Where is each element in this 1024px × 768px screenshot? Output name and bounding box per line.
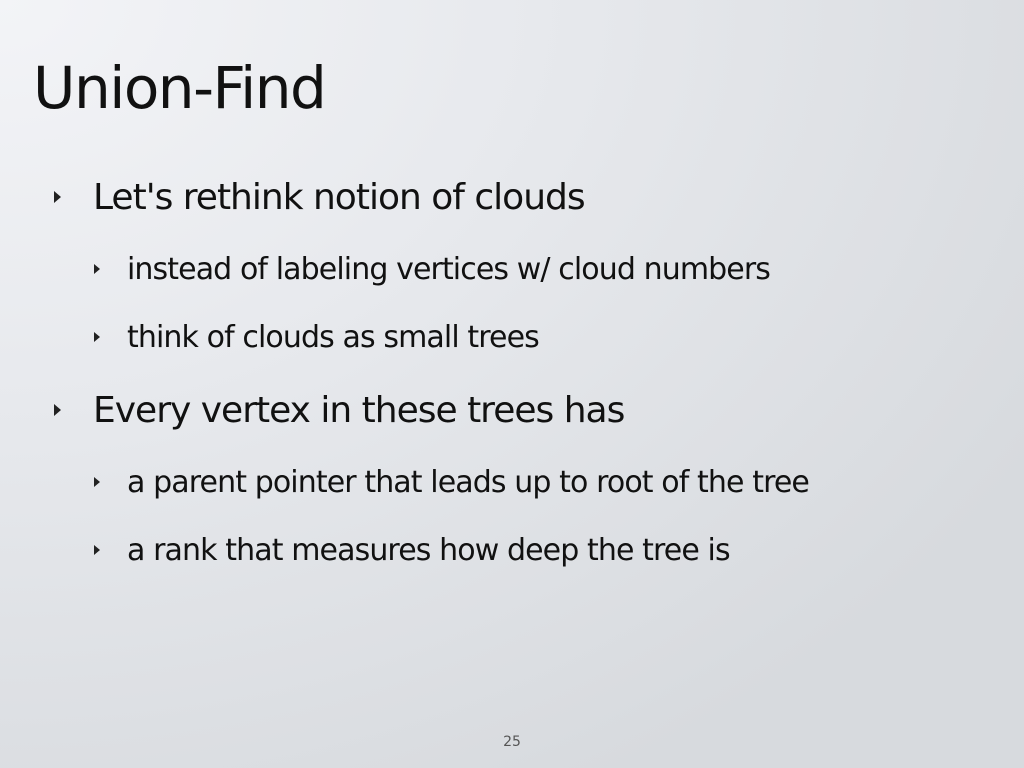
bullet-text: Every vertex in these trees has [93,389,625,431]
bullet-every-vertex: Every vertex in these trees has [54,385,625,435]
sub-bullet-labeling-vertices: instead of labeling vertices w/ cloud nu… [94,247,771,291]
triangle-bullet-icon [94,264,100,274]
sub-bullet-rank: a rank that measures how deep the tree i… [94,528,731,572]
sub-bullet-text: a parent pointer that leads up to root o… [127,464,810,500]
sub-bullet-parent-pointer: a parent pointer that leads up to root o… [94,460,810,504]
page-number: 25 [503,734,521,750]
triangle-bullet-icon [54,404,61,416]
sub-bullet-text: think of clouds as small trees [127,319,540,355]
slide-title: Union-Find [33,54,327,122]
triangle-bullet-icon [94,477,100,487]
bullet-text: Let's rethink notion of clouds [93,176,586,218]
sub-bullet-text: instead of labeling vertices w/ cloud nu… [127,251,771,287]
sub-bullet-small-trees: think of clouds as small trees [94,315,540,359]
triangle-bullet-icon [54,191,61,203]
triangle-bullet-icon [94,332,100,342]
sub-bullet-text: a rank that measures how deep the tree i… [127,532,731,568]
bullet-rethink-clouds: Let's rethink notion of clouds [54,172,586,222]
triangle-bullet-icon [94,545,100,555]
